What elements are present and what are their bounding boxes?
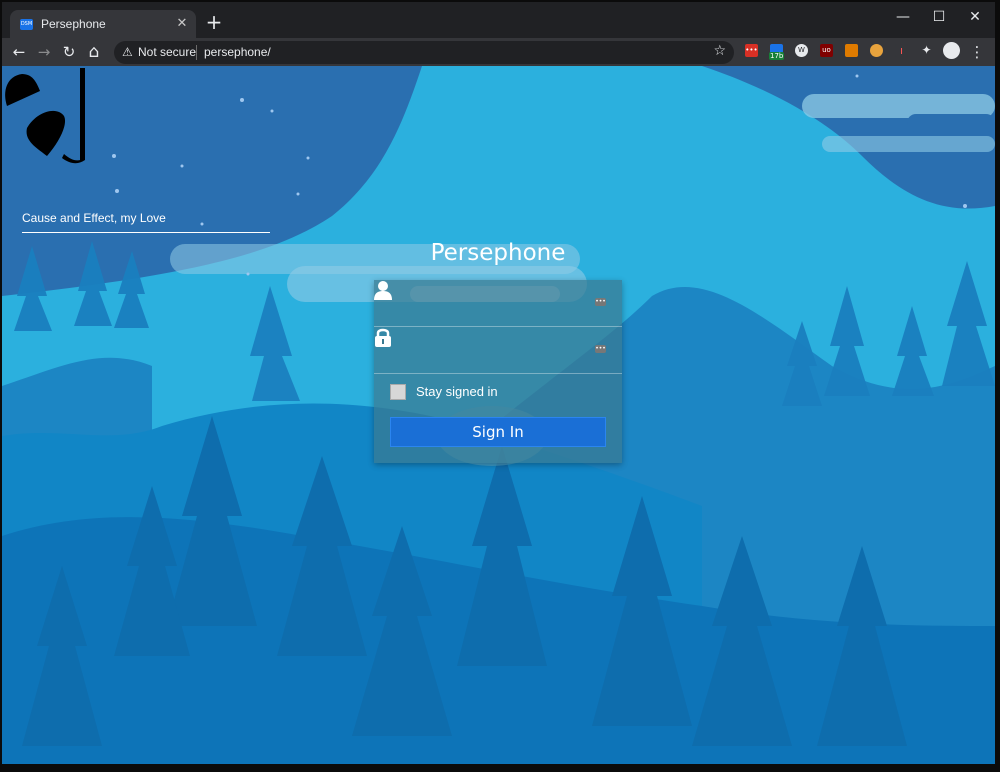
login-page: Cause and Effect, my Love Persephone •••	[2, 66, 995, 764]
orange-extension-icon[interactable]	[845, 44, 858, 57]
dsm-favicon-icon: DSM	[20, 18, 33, 30]
browser-tab[interactable]: DSM Persephone ✕	[10, 10, 196, 38]
stay-signed-in-label[interactable]: Stay signed in	[416, 384, 498, 399]
reload-button[interactable]: ↻	[58, 41, 80, 63]
url-text[interactable]: persephone/	[204, 45, 271, 59]
browser-toolbar: ← → ↻ ⌂ ⚠ Not secure persephone/ ☆ ••• 1…	[2, 38, 995, 66]
bookmark-star-icon[interactable]: ☆	[713, 43, 726, 59]
browser-window: DSM Persephone ✕ + — ☐ ✕ ← → ↻ ⌂ ⚠ Not s…	[2, 2, 995, 764]
red-dots-extension-icon[interactable]: •••	[745, 44, 758, 57]
stay-signed-in-row[interactable]: Stay signed in	[374, 375, 622, 415]
minimize-button[interactable]: —	[885, 6, 921, 28]
tagline-divider	[22, 232, 270, 233]
title-bar: DSM Persephone ✕ + — ☐ ✕	[2, 2, 995, 38]
username-input[interactable]	[418, 290, 588, 316]
back-button[interactable]: ←	[8, 41, 30, 63]
password-field[interactable]: •••	[374, 327, 622, 374]
address-bar[interactable]: ⚠ Not secure persephone/ ☆	[114, 41, 734, 64]
red-extension-icon[interactable]: ı	[895, 44, 908, 57]
puzzle-extensions-icon[interactable]: ✦	[920, 44, 933, 57]
maximize-button[interactable]: ☐	[921, 6, 957, 28]
lock-icon	[375, 328, 391, 347]
password-input[interactable]	[418, 337, 588, 363]
login-panel: ••• ••• Stay signed in Sign In	[374, 280, 622, 463]
calendar-badge: 17b	[769, 52, 785, 60]
colorful-extension-icon[interactable]	[870, 44, 883, 57]
app-title: Persephone	[430, 240, 566, 266]
address-separator	[196, 45, 197, 60]
wordpress-extension-icon[interactable]: W	[795, 44, 808, 57]
security-label[interactable]: Not secure	[138, 45, 196, 59]
window-close-button[interactable]: ✕	[957, 6, 993, 28]
home-button[interactable]: ⌂	[83, 41, 105, 63]
new-tab-button[interactable]: +	[203, 12, 225, 34]
ublock-extension-icon[interactable]: uo	[820, 44, 833, 57]
username-field[interactable]: •••	[374, 280, 622, 327]
tab-close-icon[interactable]: ✕	[174, 16, 190, 32]
music-note-logo-icon	[5, 68, 85, 164]
stay-signed-in-checkbox[interactable]	[390, 384, 406, 400]
browser-menu-icon[interactable]: ⋮	[966, 41, 988, 63]
sign-in-button[interactable]: Sign In	[390, 417, 606, 447]
password-manager-icon[interactable]: •••	[595, 345, 606, 353]
tab-title: Persephone	[41, 17, 106, 31]
password-manager-icon[interactable]: •••	[595, 298, 606, 306]
forward-button[interactable]: →	[33, 41, 55, 63]
user-icon	[374, 281, 392, 300]
profile-avatar-icon[interactable]	[943, 42, 960, 59]
tagline: Cause and Effect, my Love	[22, 211, 166, 225]
warning-icon: ⚠	[122, 45, 133, 59]
calendar-extension-icon[interactable]: 17b	[769, 44, 785, 60]
